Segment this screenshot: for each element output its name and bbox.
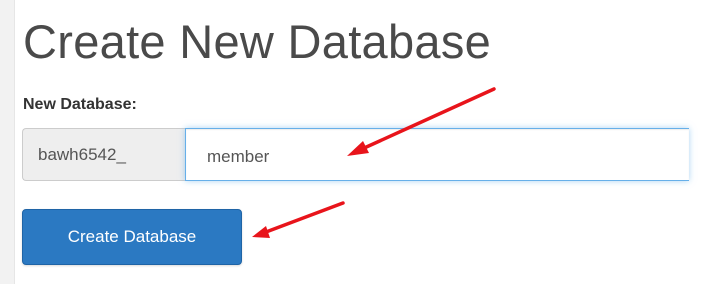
page-title: Create New Database <box>23 15 492 68</box>
database-prefix: bawh6542_ <box>22 128 185 181</box>
new-database-label: New Database: <box>23 96 137 113</box>
new-database-input[interactable] <box>185 128 689 181</box>
create-database-button[interactable]: Create Database <box>22 209 242 265</box>
